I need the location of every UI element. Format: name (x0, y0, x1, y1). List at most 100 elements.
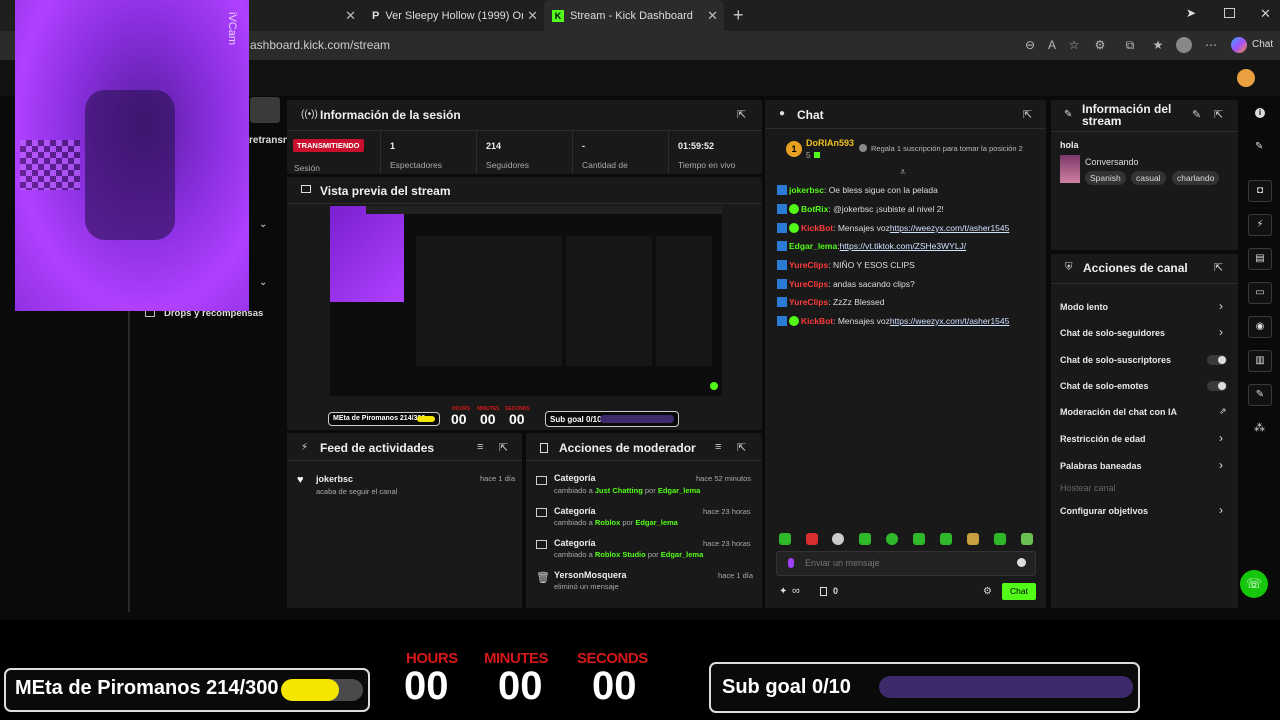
divider (1051, 131, 1238, 132)
expand-icon[interactable]: ⇱ (737, 108, 746, 121)
expand-icon[interactable]: ⇱ (1214, 108, 1223, 121)
settings-gear-icon[interactable]: ⚙ (983, 586, 992, 597)
info-icon[interactable]: i (1255, 108, 1265, 118)
emote-icon[interactable] (1021, 533, 1033, 545)
url-text[interactable]: ashboard.kick.com/stream (250, 38, 390, 52)
chat-input[interactable] (805, 556, 1005, 570)
emote-icon[interactable] (940, 533, 952, 545)
close-tab-icon[interactable]: ✕ (345, 8, 356, 24)
channel-actions-title: Acciones de canal (1083, 261, 1188, 275)
sub-goal-progress-track (879, 676, 1133, 698)
close-window-icon[interactable]: ✕ (1260, 6, 1271, 22)
favorites-icon[interactable]: ★ (1150, 37, 1166, 53)
emote-icon[interactable] (806, 533, 818, 545)
action-subscribers-only[interactable]: Chat de solo-suscriptores (1060, 355, 1171, 365)
action-configure-goals[interactable]: Configurar objetivos (1060, 506, 1148, 516)
collapse-icon[interactable]: ⩡ (900, 167, 906, 178)
wrench-tool-icon[interactable]: ✎ (1248, 384, 1272, 406)
subscribers-only-toggle[interactable] (1207, 355, 1227, 365)
leaderboard-count: 5 (806, 151, 811, 160)
expand-icon[interactable]: ⇱ (499, 441, 508, 454)
close-tab-icon[interactable]: ✕ (707, 8, 718, 24)
badge-icon (777, 279, 787, 289)
action-age-restriction[interactable]: Restricción de edad (1060, 434, 1146, 444)
microphone-icon[interactable] (788, 558, 794, 568)
action-emotes-only[interactable]: Chat de solo-emotes (1060, 381, 1149, 391)
tag-chip[interactable]: charlando (1172, 171, 1220, 185)
expand-icon[interactable]: ⇱ (1214, 261, 1223, 274)
gift-sub-icon (814, 152, 820, 158)
extensions-icon[interactable]: ⚙ (1092, 37, 1108, 53)
split-screen-icon[interactable]: ⧉ (1122, 37, 1138, 53)
action-slow-mode[interactable]: Modo lento (1060, 302, 1108, 312)
expand-icon[interactable]: ⇱ (737, 441, 746, 454)
layout-tool-icon[interactable]: ▥ (1248, 350, 1272, 372)
bolt-tool-icon[interactable]: ⚡ (1248, 214, 1272, 236)
preview-video[interactable] (330, 206, 722, 396)
filter-icon[interactable]: ≡ (477, 441, 483, 453)
copilot-label[interactable]: Chat (1252, 39, 1273, 50)
category-name[interactable]: Conversando (1085, 157, 1139, 167)
emote-icon[interactable] (994, 533, 1006, 545)
emote-icon[interactable] (859, 533, 871, 545)
help-support-button[interactable]: ☏ (1240, 570, 1268, 598)
activity-time: hace 1 día (480, 474, 516, 483)
tab-title: Ver Sleepy Hollow (1999) Online G (385, 9, 523, 22)
emote-icon[interactable] (913, 533, 925, 545)
user-avatar[interactable] (1237, 69, 1255, 87)
broadcast-tool-icon[interactable]: ◉ (1248, 316, 1272, 338)
document-tool-icon[interactable]: ▤ (1248, 248, 1272, 270)
mod-item-detail: cambiado a Roblox por Edgar_lema (554, 518, 678, 527)
emoji-icon[interactable] (1017, 558, 1026, 567)
chevron-right-icon[interactable]: › (1219, 431, 1223, 445)
expand-icon[interactable]: ⇱ (1023, 108, 1032, 121)
chevron-right-icon[interactable]: › (1219, 325, 1223, 339)
copilot-icon[interactable] (1231, 37, 1247, 53)
leaderboard-user[interactable]: DoRIAn593 (806, 138, 854, 148)
external-link-icon[interactable]: ⇗ (1219, 406, 1227, 417)
filter-icon[interactable]: ≡ (715, 441, 721, 453)
stat-followers-value: 214 (486, 141, 502, 151)
emote-icon[interactable] (967, 533, 979, 545)
tab-sleepy-hollow[interactable]: P Ver Sleepy Hollow (1999) Online G ✕ (364, 0, 544, 31)
tab-previous[interactable]: ✕ (250, 0, 362, 31)
more-menu-icon[interactable]: ⋯ (1203, 37, 1219, 53)
pencil-icon[interactable]: ✎ (1255, 141, 1263, 152)
chevron-down-icon[interactable]: ⌄ (259, 277, 267, 288)
chevron-right-icon[interactable]: › (1219, 503, 1223, 517)
chat-link[interactable]: https://weezyx.com/t/asher1545 (890, 223, 1010, 233)
new-tab-plus-icon[interactable]: + (733, 5, 744, 26)
tab-kick-dashboard[interactable]: K Stream - Kick Dashboard ✕ (544, 0, 724, 31)
share-icon[interactable]: ⁂ (1254, 421, 1265, 434)
activity-text: acaba de seguir el canal (316, 487, 398, 496)
emote-icon[interactable] (832, 533, 844, 545)
emotes-only-toggle[interactable] (1207, 381, 1227, 391)
emote-icon[interactable] (779, 533, 791, 545)
tag-chip[interactable]: Spanish (1085, 171, 1126, 185)
chat-tool-icon[interactable]: ▭ (1248, 282, 1272, 304)
emote-icon[interactable] (886, 533, 898, 545)
chevron-down-icon[interactable]: ⌄ (259, 219, 267, 230)
action-followers-only[interactable]: Chat de solo-seguidores (1060, 328, 1165, 338)
zoom-icon[interactable]: ⊖ (1022, 37, 1038, 53)
restore-window-icon[interactable] (1224, 8, 1235, 18)
close-tab-icon[interactable]: ✕ (527, 8, 538, 24)
read-aloud-icon[interactable]: A (1044, 37, 1060, 53)
action-ai-moderation[interactable]: Moderación del chat con IA (1060, 407, 1177, 417)
chevron-right-icon[interactable]: › (1219, 299, 1223, 313)
activity-user[interactable]: jokerbsc (316, 474, 353, 484)
profile-avatar[interactable] (1176, 37, 1192, 53)
send-chat-button[interactable]: Chat (1002, 583, 1036, 600)
chat-link[interactable]: https://vt.tiktok.com/ZSHe3WYLJ/ (840, 241, 967, 251)
verified-icon (789, 223, 799, 233)
tag-chip[interactable]: casual (1131, 171, 1166, 185)
favorite-star-icon[interactable]: ☆ (1066, 37, 1082, 53)
action-banned-words[interactable]: Palabras baneadas (1060, 461, 1142, 471)
camera-tool-icon[interactable]: ◘ (1248, 180, 1272, 202)
divider (572, 131, 573, 174)
chat-link[interactable]: https://weezyx.com/t/asher1545 (890, 316, 1010, 326)
edit-pencil-icon[interactable]: ✎ (1192, 108, 1201, 121)
chevron-right-icon[interactable]: › (1219, 458, 1223, 472)
modactions-title: Acciones de moderador (559, 441, 696, 455)
sidebar-item-active[interactable] (250, 97, 280, 123)
